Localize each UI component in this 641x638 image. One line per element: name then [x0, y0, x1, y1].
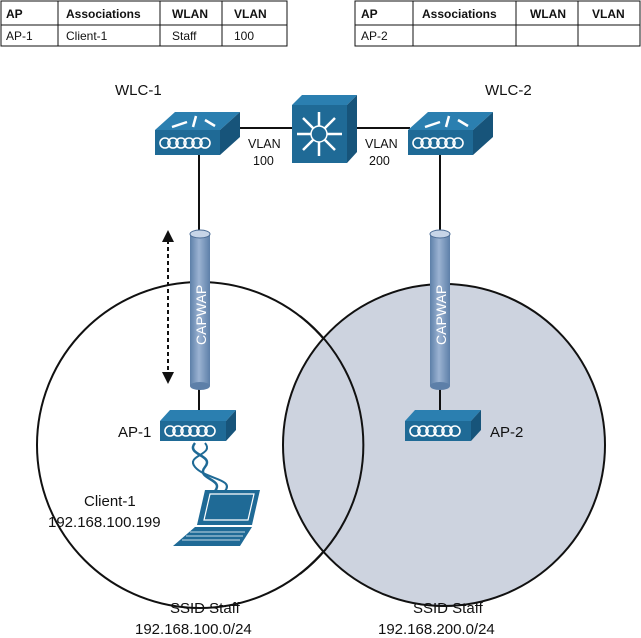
table-cell: Client-1	[66, 29, 108, 43]
table-header: Associations	[422, 7, 497, 21]
capwap-tunnel-icon: CAPWAP	[429, 229, 451, 390]
wireless-roaming-diagram: AP Associations WLAN VLAN AP-1 Client-1 …	[0, 0, 641, 638]
wlc2-label: WLC-2	[485, 82, 532, 99]
client-ip: 192.168.100.199	[48, 514, 161, 531]
capwap-right-label: CAPWAP	[433, 285, 449, 345]
client-name: Client-1	[84, 493, 136, 510]
cell-left-ssid: SSID Staff	[170, 600, 241, 617]
laptop-icon[interactable]	[173, 490, 260, 546]
ap2-label: AP-2	[490, 424, 523, 441]
vlan-left-label: VLAN	[248, 137, 281, 151]
capwap-left-label: CAPWAP	[193, 285, 209, 345]
wlc1-label: WLC-1	[115, 82, 162, 99]
table-header: AP	[361, 7, 378, 21]
roaming-arrow-icon	[162, 230, 174, 384]
access-point-icon[interactable]	[160, 410, 236, 441]
association-table-wlc2: AP Associations WLAN VLAN AP-2	[354, 0, 641, 47]
table-cell: AP-1	[6, 29, 33, 43]
association-table-wlc1: AP Associations WLAN VLAN AP-1 Client-1 …	[0, 0, 288, 47]
vlan-left-id: 100	[253, 154, 274, 168]
wireless-lan-controller-icon[interactable]	[155, 112, 240, 155]
table-header: VLAN	[592, 7, 625, 21]
cell-right-ssid: SSID Staff	[413, 600, 484, 617]
table-header: WLAN	[172, 7, 208, 21]
table-header: Associations	[66, 7, 141, 21]
access-point-icon[interactable]	[405, 410, 481, 441]
table-header: WLAN	[530, 7, 566, 21]
vlan-right-id: 200	[369, 154, 390, 168]
table-cell: Staff	[172, 29, 197, 43]
cell-right-subnet: 192.168.200.0/24	[378, 621, 495, 638]
capwap-tunnel-icon: CAPWAP	[189, 229, 211, 390]
table-cell: 100	[234, 29, 254, 43]
vlan-right-label: VLAN	[365, 137, 398, 151]
table-cell: AP-2	[361, 29, 388, 43]
table-header: VLAN	[234, 7, 267, 21]
multilayer-switch-icon[interactable]	[292, 95, 357, 163]
wireless-lan-controller-icon[interactable]	[408, 112, 493, 155]
wireless-signal-icon	[191, 442, 228, 492]
ap1-label: AP-1	[118, 424, 151, 441]
table-header: AP	[6, 7, 23, 21]
cell-left-subnet: 192.168.100.0/24	[135, 621, 252, 638]
